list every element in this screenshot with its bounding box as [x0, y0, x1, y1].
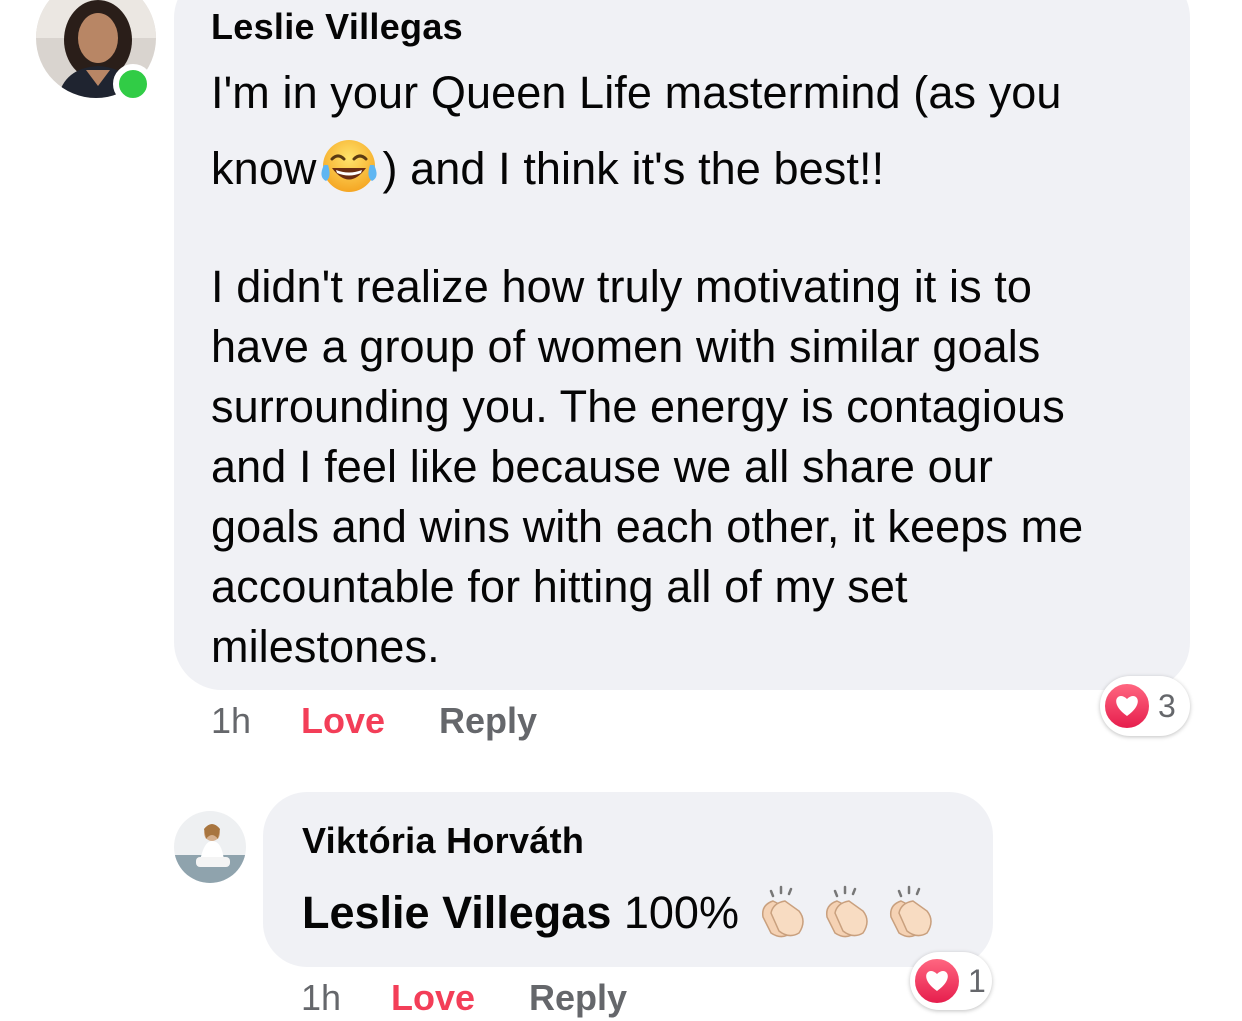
heart-icon	[1102, 681, 1152, 731]
comment-line: surrounding you. The energy is contagiou…	[211, 381, 1065, 432]
clapping-hands-icon	[881, 883, 941, 949]
avatar-photo	[174, 811, 246, 883]
comment-line: and I feel like because we all share our	[211, 441, 993, 492]
mention-link[interactable]: Leslie Villegas	[302, 887, 611, 938]
comment-author[interactable]: Viktória Horváth	[302, 820, 584, 862]
comment-line: I'm in your Queen Life mastermind (as yo…	[211, 67, 1062, 118]
comment-actions-reply: Reply	[439, 700, 537, 742]
reaction-count: 1	[968, 962, 986, 999]
comment-actions-love: Love	[391, 977, 475, 1019]
comment-actions-love: Love	[301, 700, 385, 742]
clapping-hands-icon	[753, 883, 813, 949]
reply-button[interactable]: Reply	[529, 977, 627, 1018]
comment-text: Leslie Villegas 100%	[302, 880, 943, 949]
avatar[interactable]	[174, 811, 246, 883]
clapping-hands-icon	[817, 883, 877, 949]
reply-button[interactable]: Reply	[439, 700, 537, 741]
comment-line	[211, 207, 1171, 257]
comment-timestamp[interactable]: 1h	[211, 700, 251, 741]
face-with-tears-of-joy-icon	[318, 134, 380, 210]
comment-line: milestones.	[211, 621, 440, 672]
comment-author[interactable]: Leslie Villegas	[211, 6, 463, 48]
comment-line: know ) and I think it's the best!!	[211, 131, 1171, 207]
comment-text: I'm in your Queen Life mastermind (as yo…	[211, 55, 1171, 677]
comment-actions: 1h	[301, 977, 341, 1019]
comment-line: have a group of women with similar goals	[211, 321, 1041, 372]
love-button[interactable]: Love	[301, 700, 385, 741]
comment-text-body: 100%	[611, 887, 752, 938]
comment-line-part: know	[211, 143, 317, 194]
comment-line: goals and wins with each other, it keeps…	[211, 501, 1084, 552]
reaction-count: 3	[1158, 687, 1176, 724]
love-button[interactable]: Love	[391, 977, 475, 1018]
comment-line: I didn't realize how truly motivating it…	[211, 261, 1033, 312]
comment-actions: 1h	[211, 700, 251, 742]
comment-line: accountable for hitting all of my set	[211, 561, 908, 612]
comment-line-part: ) and I think it's the best!!	[382, 143, 885, 194]
reaction-summary[interactable]: 1	[910, 952, 992, 1010]
reaction-summary[interactable]: 3	[1100, 676, 1190, 736]
heart-icon	[912, 956, 962, 1006]
comment-timestamp[interactable]: 1h	[301, 977, 341, 1018]
comment-actions-reply: Reply	[529, 977, 627, 1019]
online-status-indicator	[113, 64, 153, 104]
